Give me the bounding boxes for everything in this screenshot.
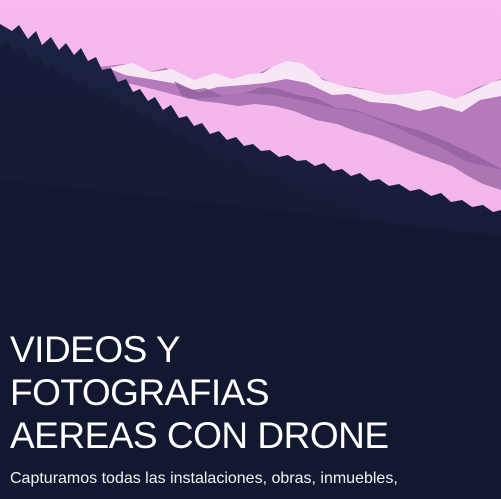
- hero-section: VIDEOS Y FOTOGRAFIAS AEREAS CON DRONE Ca…: [0, 0, 501, 499]
- hero-title: VIDEOS Y FOTOGRAFIAS AEREAS CON DRONE: [10, 328, 490, 457]
- hero-title-line-3: AEREAS CON DRONE: [10, 415, 389, 456]
- hero-copy: VIDEOS Y FOTOGRAFIAS AEREAS CON DRONE Ca…: [10, 328, 490, 489]
- hero-subtitle: Capturamos todas las instalaciones, obra…: [10, 470, 398, 487]
- hero-title-line-2: FOTOGRAFIAS: [10, 372, 270, 413]
- hero-title-line-1: VIDEOS Y: [10, 329, 181, 370]
